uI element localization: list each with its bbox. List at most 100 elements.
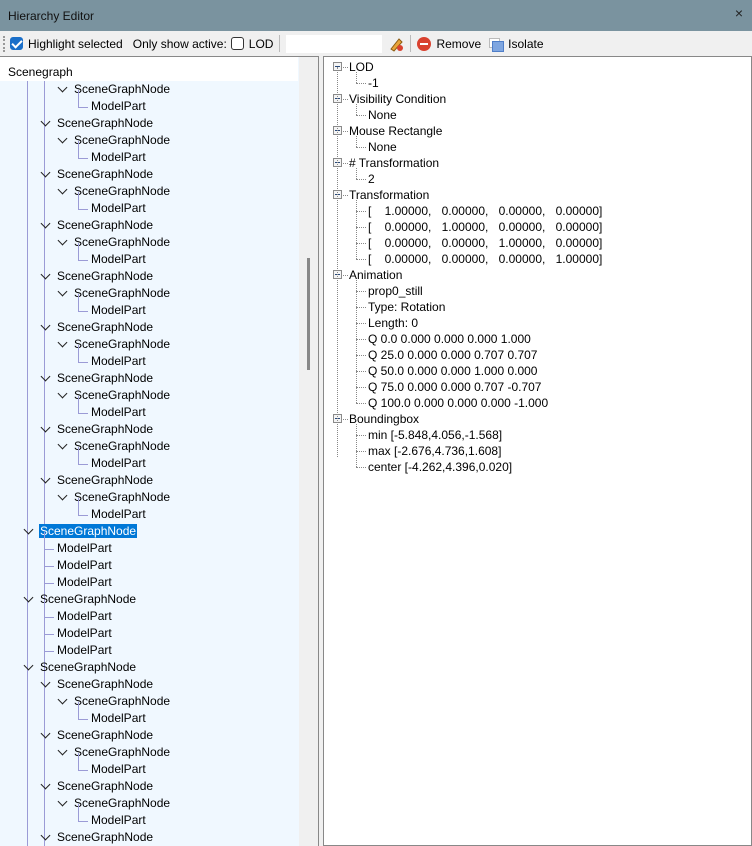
tree-node[interactable]: SceneGraphNode (73, 132, 171, 149)
scenegraph-tree[interactable]: SceneGraphNode ModelPart SceneGraphNode Sce… (0, 56, 319, 846)
tree-leaf[interactable]: ModelPart (90, 761, 147, 778)
tree-node[interactable]: SceneGraphNode (73, 285, 171, 302)
chevron-down-icon[interactable] (57, 337, 68, 348)
chevron-down-icon[interactable] (40, 473, 51, 484)
tree-node[interactable]: SceneGraphNode (56, 676, 154, 693)
tree-leaf[interactable]: ModelPart (90, 302, 147, 319)
highlight-selected-checkbox[interactable]: Highlight selected (10, 37, 123, 51)
chevron-down-icon[interactable] (23, 524, 34, 535)
chevron-down-icon[interactable] (40, 677, 51, 688)
tree-node[interactable]: SceneGraphNode (56, 421, 154, 438)
edit-pencil-icon[interactable] (388, 36, 404, 52)
tree-node[interactable]: SceneGraphNode (73, 234, 171, 251)
tree-node[interactable]: SceneGraphNode (73, 81, 171, 98)
chevron-down-icon[interactable] (57, 694, 68, 705)
tree-node[interactable]: SceneGraphNode (73, 336, 171, 353)
chevron-down-icon[interactable] (40, 167, 51, 178)
chevron-down-icon[interactable] (57, 235, 68, 246)
tree-node[interactable]: SceneGraphNode (73, 693, 171, 710)
tree-node[interactable]: SceneGraphNode (56, 217, 154, 234)
chevron-down-icon[interactable] (40, 779, 51, 790)
chevron-down-icon[interactable] (40, 728, 51, 739)
property-label[interactable]: Boundingbox (349, 411, 419, 427)
tree-node[interactable]: SceneGraphNode (73, 744, 171, 761)
chevron-down-icon[interactable] (40, 320, 51, 331)
property-label[interactable]: LOD (349, 59, 374, 75)
tree-leaf[interactable]: ModelPart (56, 608, 113, 625)
property-label[interactable]: Mouse Rectangle (349, 123, 442, 139)
chevron-down-icon[interactable] (40, 422, 51, 433)
chevron-down-icon[interactable] (57, 133, 68, 144)
chevron-down-icon[interactable] (57, 286, 68, 297)
tree-connector (78, 362, 88, 363)
tree-leaf[interactable]: ModelPart (90, 98, 147, 115)
tree-item-label: ModelPart (57, 558, 112, 572)
tree-node[interactable]: SceneGraphNode (39, 659, 137, 676)
tree-leaf[interactable]: ModelPart (56, 557, 113, 574)
chevron-down-icon[interactable] (40, 830, 51, 841)
tree-node[interactable]: SceneGraphNode (56, 268, 154, 285)
chevron-down-icon[interactable] (57, 439, 68, 450)
tree-connector (78, 498, 79, 515)
chevron-down-icon[interactable] (57, 796, 68, 807)
scenegraph-header[interactable]: Scenegraph (0, 57, 298, 81)
tree-node[interactable]: SceneGraphNode (56, 829, 154, 846)
tree-node[interactable]: SceneGraphNode (39, 591, 137, 608)
tree-leaf[interactable]: ModelPart (90, 149, 147, 166)
chevron-down-icon[interactable] (57, 490, 68, 501)
tree-node[interactable]: SceneGraphNode (56, 319, 154, 336)
property-label[interactable]: # Transformation (349, 155, 439, 171)
chevron-down-icon[interactable] (40, 371, 51, 382)
tree-leaf[interactable]: ModelPart (56, 642, 113, 659)
property-value: [0.00000, 0.00000, 0.00000, 1.00000] (368, 251, 602, 267)
tree-node[interactable]: SceneGraphNode (56, 778, 154, 795)
tree-node[interactable]: SceneGraphNode (73, 183, 171, 200)
chevron-down-icon[interactable] (40, 218, 51, 229)
checkbox-icon[interactable] (10, 37, 23, 50)
tree-node[interactable]: SceneGraphNode (56, 472, 154, 489)
tree-leaf[interactable]: ModelPart (56, 540, 113, 557)
chevron-down-icon[interactable] (57, 184, 68, 195)
close-icon[interactable]: × (732, 6, 746, 20)
tree-leaf[interactable]: ModelPart (90, 200, 147, 217)
tree-node[interactable]: SceneGraphNode (73, 489, 171, 506)
tree-leaf[interactable]: ModelPart (56, 625, 113, 642)
tree-leaf[interactable]: ModelPart (90, 251, 147, 268)
tree-node[interactable]: SceneGraphNode (73, 795, 171, 812)
chevron-down-icon[interactable] (57, 82, 68, 93)
chevron-down-icon[interactable] (57, 388, 68, 399)
tree-node[interactable]: SceneGraphNode (56, 166, 154, 183)
chevron-down-icon[interactable] (57, 745, 68, 756)
tree-leaf[interactable]: ModelPart (90, 710, 147, 727)
matrix-cell: 0.00000, (441, 236, 489, 250)
chevron-down-icon[interactable] (40, 269, 51, 280)
tree-node[interactable]: SceneGraphNode (56, 727, 154, 744)
vertical-scrollbar[interactable] (299, 57, 318, 846)
property-label[interactable]: Transformation (349, 187, 429, 203)
scrollbar-thumb[interactable] (307, 258, 310, 370)
chevron-down-icon[interactable] (40, 116, 51, 127)
tree-node[interactable]: SceneGraphNode (73, 387, 171, 404)
property-label[interactable]: Animation (349, 267, 402, 283)
checkbox-icon[interactable] (230, 37, 244, 50)
chevron-down-icon[interactable] (23, 592, 34, 603)
isolate-button[interactable]: Isolate (489, 37, 544, 52)
tree-node[interactable]: SceneGraphNode (56, 115, 154, 132)
tree-leaf[interactable]: ModelPart (90, 353, 147, 370)
properties-tree[interactable]: LOD -1 Visibility Condition None Mouse Recta… (323, 56, 752, 846)
tree-node[interactable]: SceneGraphNode (39, 523, 138, 540)
search-input[interactable] (286, 34, 383, 53)
tree-connector (44, 634, 54, 635)
tree-leaf[interactable]: ModelPart (90, 455, 147, 472)
tree-leaf[interactable]: ModelPart (90, 404, 147, 421)
tree-leaf[interactable]: ModelPart (56, 574, 113, 591)
tree-node[interactable]: SceneGraphNode (73, 438, 171, 455)
tree-node[interactable]: SceneGraphNode (56, 370, 154, 387)
chevron-down-icon[interactable] (23, 660, 34, 671)
remove-button[interactable]: Remove (417, 36, 481, 51)
lod-checkbox[interactable]: LOD (230, 37, 273, 51)
tree-leaf[interactable]: ModelPart (90, 812, 147, 829)
toolbar-grip[interactable] (3, 35, 6, 52)
tree-leaf[interactable]: ModelPart (90, 506, 147, 523)
property-label[interactable]: Visibility Condition (349, 91, 446, 107)
